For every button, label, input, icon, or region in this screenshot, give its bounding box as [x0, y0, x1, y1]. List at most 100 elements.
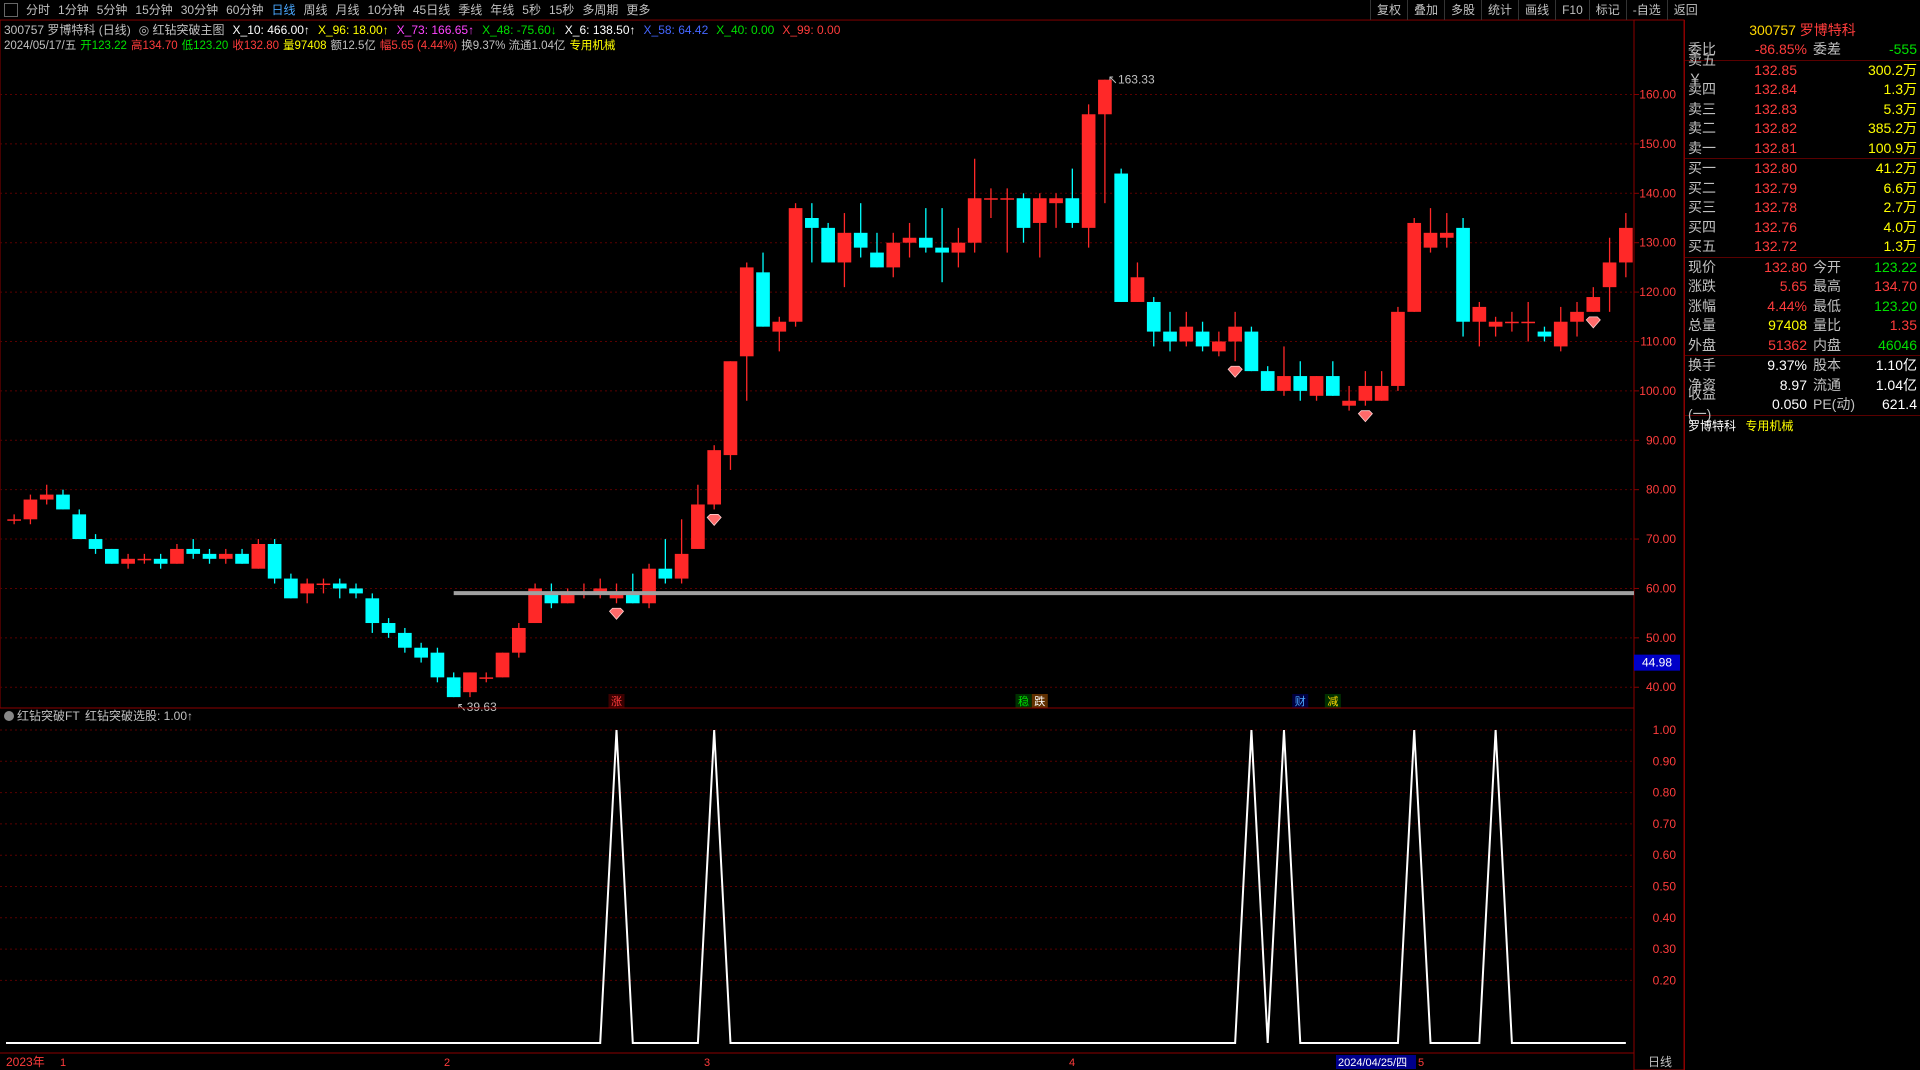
main-ytick-label: 160.00	[1639, 88, 1676, 102]
period-tab-16[interactable]: 更多	[622, 3, 654, 17]
candle-body	[642, 568, 656, 604]
main-chart-area[interactable]: 160.00150.00140.00130.00120.00110.00100.…	[0, 0, 1920, 1070]
candle-body	[1260, 371, 1275, 391]
period-tab-3[interactable]: 15分钟	[131, 3, 176, 17]
period-tab-8[interactable]: 月线	[332, 3, 364, 17]
sub-toggle-icon	[4, 711, 14, 721]
candle-body	[332, 583, 347, 589]
candle-body	[1586, 297, 1601, 312]
toolbar-button-2[interactable]: 多股	[1444, 0, 1481, 20]
ohlc-item-3: 低123.20	[181, 40, 229, 52]
toolbar-button-7[interactable]: -自选	[1625, 0, 1667, 20]
toolbar-button-8[interactable]: 返回	[1666, 0, 1704, 20]
ohlc-item-0: 2024/05/17/五	[4, 40, 77, 52]
sell-level-1: 卖四 132.84 1.3万	[1688, 81, 1917, 97]
candle-body	[1342, 400, 1356, 406]
sell-orderbook: 卖五￥ 132.85 300.2万 卖四 132.84 1.3万 卖三 132.83 5.3万卖…	[1685, 52, 1920, 159]
candle-body	[414, 647, 428, 658]
candle-body	[1179, 326, 1194, 342]
indicator-values-line: 300757 罗博特科 (日线) ◎ 红钻突破主图 X_10: 466.00↑ X_9…	[4, 21, 848, 37]
candle-body	[23, 499, 38, 520]
candle-body	[349, 588, 363, 594]
candle-body	[707, 450, 722, 505]
candle-body	[511, 627, 526, 653]
period-tab-7[interactable]: 周线	[299, 3, 331, 17]
weibi-value: -86.85%	[1754, 41, 1807, 57]
menu-square-icon[interactable]	[4, 2, 18, 17]
candle-body	[39, 494, 54, 500]
period-tab-15[interactable]: 多周期	[578, 3, 622, 17]
toolbar-button-4[interactable]: 画线	[1518, 0, 1555, 20]
candle-body	[1228, 326, 1242, 342]
candle-body	[495, 652, 510, 678]
sub-ytick-label: 0.30	[1653, 942, 1677, 956]
sub-indicator-value: 红钻突破选股: 1.00↑	[85, 708, 193, 723]
main-ytick-label: 90.00	[1646, 433, 1676, 447]
ohlc-item-5: 量97408	[283, 40, 327, 52]
stock-name: 罗博特科	[1799, 22, 1856, 38]
main-ytick-label: 110.00	[1640, 334, 1676, 348]
candle-body	[72, 514, 87, 540]
candle-body	[1081, 114, 1096, 228]
candle-body	[300, 583, 315, 594]
sub-ytick-label: 1.00	[1653, 723, 1677, 737]
stock-code: 300757	[1749, 22, 1796, 38]
period-tab-5[interactable]: 60分钟	[222, 3, 267, 17]
candle-body	[1325, 376, 1340, 396]
ohlc-item-2: 高134.70	[130, 40, 178, 52]
candle-body	[967, 198, 982, 243]
toolbar-button-6[interactable]: 标记	[1588, 0, 1626, 20]
weicha-value: -555	[1888, 41, 1917, 57]
candle-body	[202, 553, 217, 559]
candle-body	[1456, 227, 1470, 322]
main-ytick-label: 60.00	[1646, 581, 1676, 595]
xaxis-month-2: 2	[444, 1057, 450, 1069]
ohlc-item-9: 专用机械	[569, 40, 616, 52]
current-price-label: 44.98	[1642, 656, 1672, 670]
candle-body	[1244, 331, 1259, 372]
red-diamond-icon	[1357, 410, 1373, 423]
event-tag-stable: 稳	[1018, 694, 1029, 708]
period-tab-14[interactable]: 15秒	[545, 3, 578, 17]
period-tab-4[interactable]: 30分钟	[177, 3, 222, 17]
toolbar-button-3[interactable]: 统计	[1481, 0, 1518, 20]
toolbar-button-5[interactable]: F10	[1555, 0, 1589, 20]
period-tab-2[interactable]: 5分钟	[93, 3, 132, 17]
period-tab-12[interactable]: 年线	[486, 3, 518, 17]
period-tab-0[interactable]: 分时	[22, 3, 54, 17]
period-toolbar: 分时 1分钟 5分钟 15分钟 30分钟 60分钟 日线 周线 月线 10分钟 45日线 季线 年线 5秒…	[0, 0, 1698, 20]
period-tab-13[interactable]: 5秒	[518, 3, 545, 17]
candle-body	[1293, 376, 1308, 391]
candle-body	[1602, 262, 1617, 288]
candle-body	[398, 632, 412, 648]
candle-body	[772, 321, 787, 332]
period-tab-11[interactable]: 季线	[454, 3, 486, 17]
toolbar-button-0[interactable]: 复权	[1370, 0, 1407, 20]
candle-body	[951, 242, 966, 253]
buy-level-1: 买二 132.79 6.6万	[1688, 179, 1917, 196]
candle-body	[1505, 321, 1519, 324]
candle-body	[902, 237, 917, 243]
xaxis-month-4: 4	[1069, 1057, 1075, 1069]
main-ytick-label: 40.00	[1646, 680, 1676, 694]
sub-ytick-label: 0.80	[1653, 786, 1677, 800]
period-tab-1[interactable]: 1分钟	[54, 3, 93, 17]
period-tab-9[interactable]: 10分钟	[364, 3, 409, 17]
candle-body	[430, 652, 445, 678]
candle-body	[837, 232, 852, 263]
candle-body	[674, 553, 689, 579]
toolbar-button-1[interactable]: 叠加	[1407, 0, 1444, 20]
stat-row-4: 外盘 51362 内盘 46046	[1688, 336, 1917, 353]
indicator-item-9: X_99: 0.00	[782, 23, 841, 37]
candle-body	[56, 494, 70, 510]
candle-body	[7, 519, 21, 521]
period-tab-10[interactable]: 45日线	[409, 3, 454, 17]
candle-body	[1049, 198, 1063, 204]
quote-panel: 300757 罗博特科 委比 -86.85% 委差 -555 卖五￥ 132.85…	[1684, 20, 1920, 1070]
main-ytick-label: 70.00	[1646, 532, 1676, 546]
period-tab-6[interactable]: 日线	[267, 3, 299, 17]
sub-ytick-label: 0.50	[1653, 880, 1677, 894]
quote-header: 300757 罗博特科	[1685, 20, 1920, 40]
candle-body	[821, 227, 835, 263]
xaxis-month-1: 1	[60, 1057, 66, 1069]
